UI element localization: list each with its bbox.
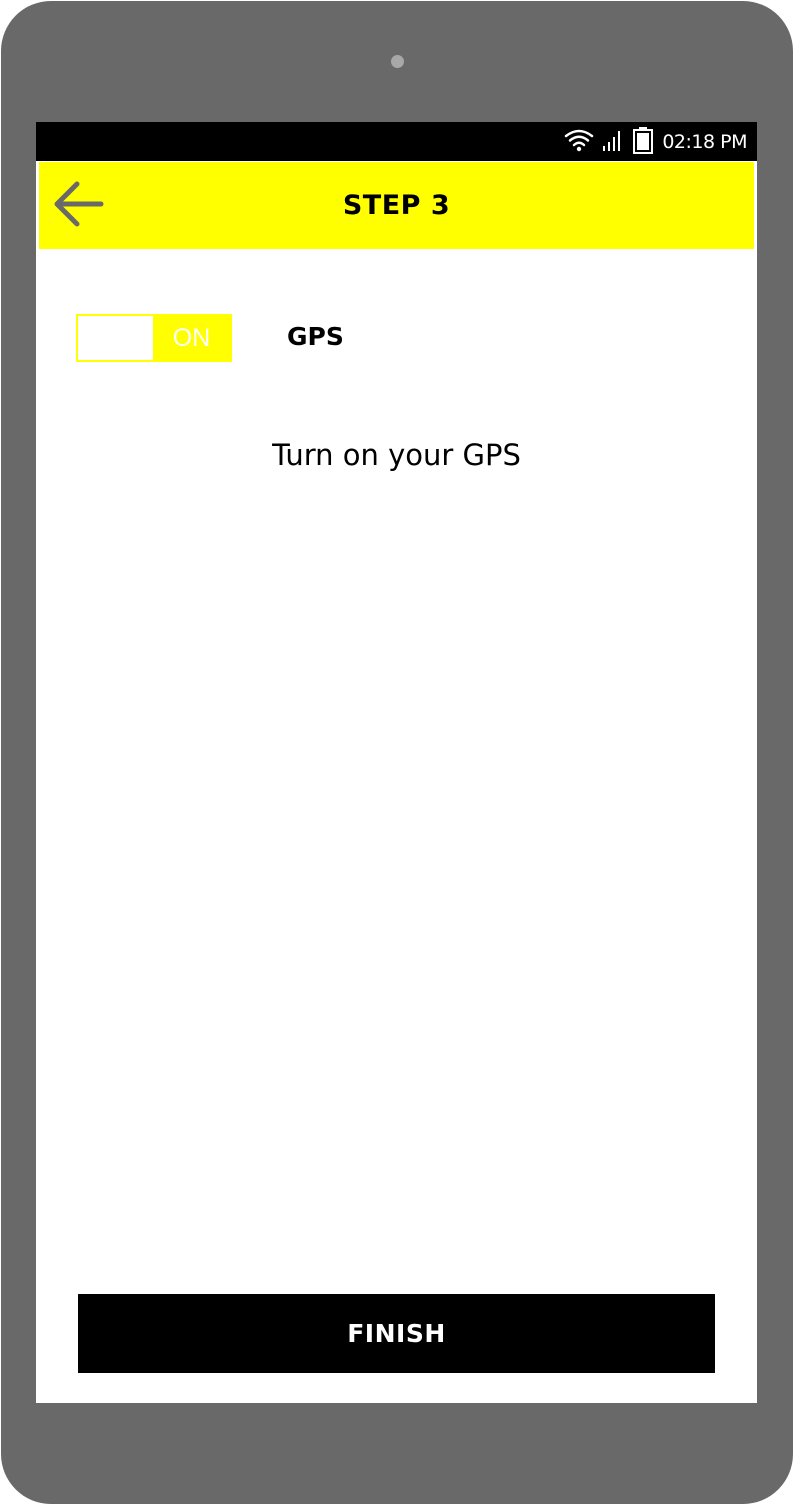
wifi-icon [564, 128, 594, 156]
back-button[interactable] [51, 180, 107, 232]
gps-label: GPS [287, 322, 344, 351]
signal-icon [602, 128, 624, 156]
status-time: 02:18 PM [662, 131, 747, 153]
gps-toggle[interactable]: ON [76, 314, 232, 362]
finish-button[interactable]: FINISH [78, 1294, 715, 1373]
app-bar: STEP 3 [39, 162, 754, 249]
status-bar: 02:18 PM [36, 122, 757, 161]
toggle-state-label: ON [153, 316, 230, 360]
screen: 02:18 PM STEP 3 ON GPS Turn on your GPS … [36, 122, 757, 1403]
status-icons: 02:18 PM [564, 126, 747, 158]
camera-icon [391, 55, 404, 68]
page-title: STEP 3 [342, 190, 451, 221]
instruction-text: Turn on your GPS [272, 438, 521, 472]
battery-icon [632, 126, 654, 158]
device-frame: 02:18 PM STEP 3 ON GPS Turn on your GPS … [1, 1, 793, 1504]
arrow-left-icon [53, 180, 105, 232]
